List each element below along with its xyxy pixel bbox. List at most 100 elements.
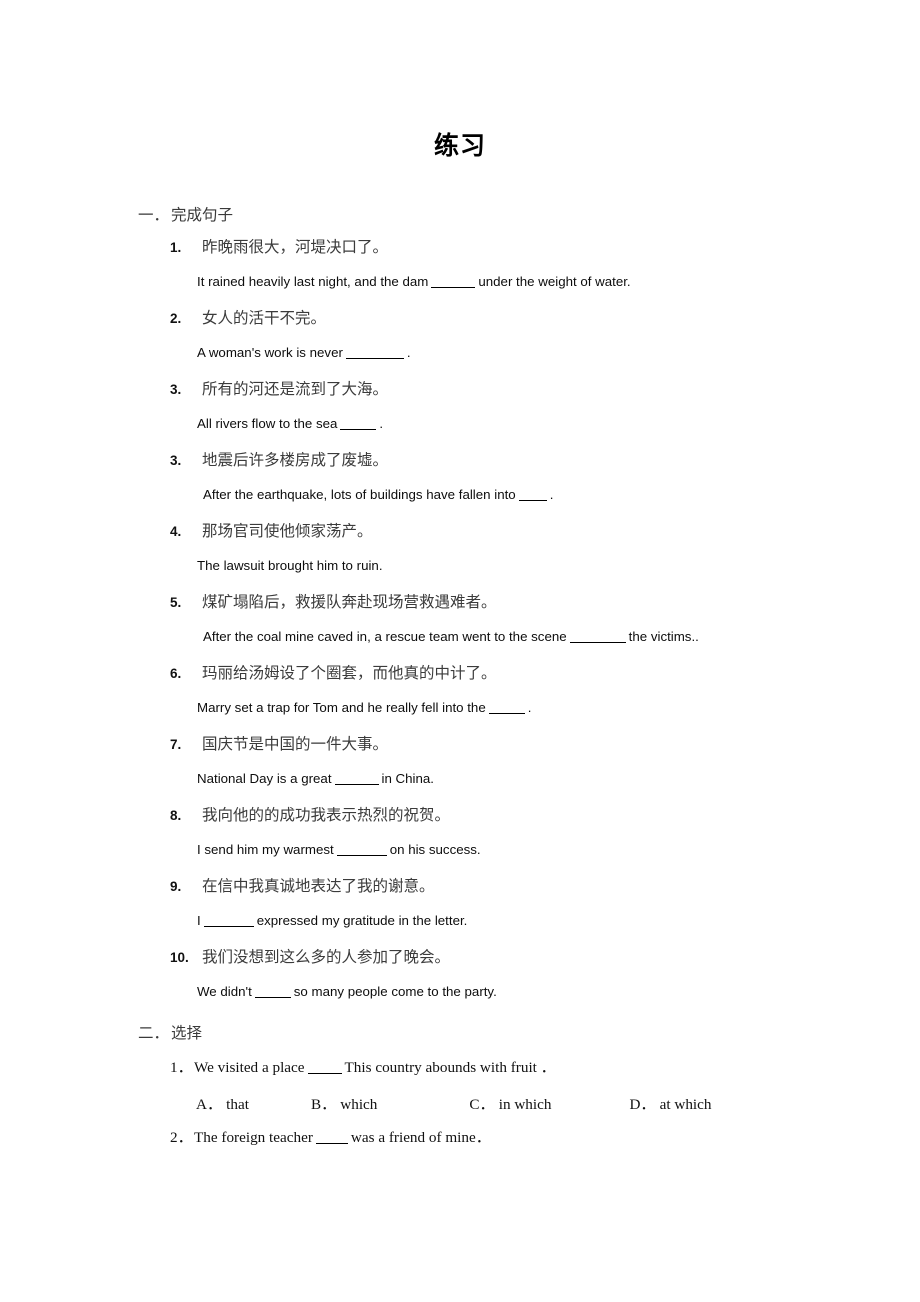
item-chinese-prompt: 7. 国庆节是中国的一件大事。 xyxy=(170,735,920,755)
item-chinese-prompt: 9. 在信中我真诚地表达了我的谢意。 xyxy=(170,877,920,897)
english-text-after-blank: . xyxy=(549,487,554,502)
fill-in-blank[interactable] xyxy=(488,701,525,714)
option-text: at which xyxy=(659,1096,712,1113)
exercise-item: 8. 我向他的的成功我表示热烈的祝贺。 I send him my warmest o… xyxy=(0,806,920,859)
chinese-sentence: 煤矿塌陷后，救援队奔赴现场营救遇难者。 xyxy=(202,594,497,611)
option-text: in which xyxy=(498,1096,552,1113)
question-text-after-blank: This country abounds with fruit ． xyxy=(344,1059,556,1076)
worksheet-page: 练习 一． 完成句子 1. 昨晚雨很大，河堤决口了。 It rained heavil… xyxy=(0,0,920,1302)
chinese-sentence: 我向他的的成功我表示热烈的祝贺。 xyxy=(202,807,451,824)
item-english-answer-line: We didn't so many people come to the part… xyxy=(197,983,920,1001)
answer-option[interactable]: A． that xyxy=(196,1092,249,1114)
english-text-after-blank: the victims.. xyxy=(628,629,699,644)
item-english-answer-line: I send him my warmest on his success. xyxy=(197,841,920,859)
item-number: 10. xyxy=(170,950,189,965)
option-text: that xyxy=(226,1096,249,1113)
exercise-item: 1. 昨晚雨很大，河堤决口了。 It rained heavily last nig… xyxy=(0,238,920,291)
item-chinese-prompt: 2. 女人的活干不完。 xyxy=(170,309,920,329)
option-letter: A． xyxy=(196,1096,223,1113)
english-text-after-blank: on his success. xyxy=(389,842,481,857)
fill-in-blank[interactable] xyxy=(254,985,291,998)
question-number: 1． xyxy=(170,1059,193,1076)
item-chinese-prompt: 3. 地震后许多楼房成了废墟。 xyxy=(170,451,920,471)
fill-in-blank[interactable] xyxy=(340,417,377,430)
fill-in-blank[interactable] xyxy=(431,275,476,288)
exercise-item: 5. 煤矿塌陷后，救援队奔赴现场营救遇难者。 After the coal mine… xyxy=(0,593,920,646)
chinese-sentence: 女人的活干不完。 xyxy=(202,310,327,327)
fill-in-blank[interactable] xyxy=(336,843,387,856)
item-chinese-prompt: 8. 我向他的的成功我表示热烈的祝贺。 xyxy=(170,806,920,826)
exercise-item: 10. 我们没想到这么多的人参加了晚会。 We didn't so many peop… xyxy=(0,948,920,1001)
item-number: 4. xyxy=(170,524,182,539)
english-text-before-blank: We didn't xyxy=(197,984,252,999)
chinese-sentence: 地震后许多楼房成了废墟。 xyxy=(202,452,389,469)
exercise-item: 7. 国庆节是中国的一件大事。 National Day is a great in … xyxy=(0,735,920,788)
answer-option[interactable]: B． which xyxy=(311,1092,377,1114)
item-english-answer-line: National Day is a great in China. xyxy=(197,770,920,788)
english-text-before-blank: The lawsuit brought him to ruin. xyxy=(197,558,383,573)
item-english-answer-line: Marry set a trap for Tom and he really f… xyxy=(197,699,920,717)
english-text-before-blank: Marry set a trap for Tom and he really f… xyxy=(197,700,486,715)
item-chinese-prompt: 1. 昨晚雨很大，河堤决口了。 xyxy=(170,238,920,258)
item-english-answer-line: It rained heavily last night, and the da… xyxy=(197,273,920,291)
answer-option[interactable]: D． at which xyxy=(629,1092,711,1114)
english-text-before-blank: After the coal mine caved in, a rescue t… xyxy=(203,629,567,644)
english-text-after-blank: under the weight of water. xyxy=(478,274,631,289)
multiple-choice-item: 2．The foreign teacher was a friend of min… xyxy=(0,1128,920,1148)
fill-in-blank[interactable] xyxy=(203,914,254,927)
item-english-answer-line: A woman's work is never. xyxy=(197,344,920,362)
item-number: 6. xyxy=(170,666,182,681)
english-text-before-blank: I xyxy=(197,913,201,928)
section-one-label: 完成句子 xyxy=(171,207,234,224)
section-one-item-list: 1. 昨晚雨很大，河堤决口了。 It rained heavily last nig… xyxy=(0,238,920,1001)
item-english-answer-line: The lawsuit brought him to ruin. xyxy=(197,557,920,575)
chinese-sentence: 国庆节是中国的一件大事。 xyxy=(202,736,389,753)
chinese-sentence: 玛丽给汤姆设了个圈套，而他真的中计了。 xyxy=(202,665,497,682)
chinese-sentence: 在信中我真诚地表达了我的谢意。 xyxy=(202,878,435,895)
section-heading-one: 一． 完成句子 xyxy=(138,203,920,225)
english-text-before-blank: All rivers flow to the sea xyxy=(197,416,338,431)
english-text-before-blank: National Day is a great xyxy=(197,771,332,786)
fill-in-blank[interactable] xyxy=(315,1130,348,1144)
item-number: 5. xyxy=(170,595,182,610)
question-text-after-blank: was a friend of mine． xyxy=(350,1129,491,1146)
page-title: 练习 xyxy=(433,133,486,160)
chinese-sentence: 所有的河还是流到了大海。 xyxy=(202,381,389,398)
section-two-marker: 二． xyxy=(138,1025,170,1042)
item-english-answer-line: All rivers flow to the sea. xyxy=(197,415,920,433)
item-number: 9. xyxy=(170,879,182,894)
english-text-before-blank: After the earthquake, lots of buildings … xyxy=(203,487,516,502)
english-text-after-blank: . xyxy=(527,700,532,715)
section-two-item-list: 1．We visited a place This country abounds… xyxy=(0,1058,920,1148)
fill-in-blank[interactable] xyxy=(345,346,404,359)
item-english-answer-line: Iexpressed my gratitude in the letter. xyxy=(197,912,920,930)
section-one-marker: 一． xyxy=(138,207,170,224)
english-text-after-blank: so many people come to the party. xyxy=(293,984,497,999)
exercise-item: 3. 所有的河还是流到了大海。 All rivers flow to the sea… xyxy=(0,380,920,433)
document-body: 一． 完成句子 1. 昨晚雨很大，河堤决口了。 It rained heavily l… xyxy=(0,203,920,1162)
item-chinese-prompt: 5. 煤矿塌陷后，救援队奔赴现场营救遇难者。 xyxy=(170,593,920,613)
answer-option[interactable]: C． in which xyxy=(469,1092,551,1114)
option-letter: B． xyxy=(310,1096,337,1113)
multiple-choice-item: 1．We visited a place This country abounds… xyxy=(0,1058,920,1114)
item-number: 1. xyxy=(170,240,182,255)
option-text: which xyxy=(340,1096,378,1113)
fill-in-blank[interactable] xyxy=(334,772,379,785)
item-chinese-prompt: 3. 所有的河还是流到了大海。 xyxy=(170,380,920,400)
option-letter: C． xyxy=(469,1096,495,1113)
chinese-sentence: 昨晚雨很大，河堤决口了。 xyxy=(202,239,389,256)
english-text-after-blank: expressed my gratitude in the letter. xyxy=(256,913,468,928)
exercise-item: 6. 玛丽给汤姆设了个圈套，而他真的中计了。 Marry set a trap fo… xyxy=(0,664,920,717)
item-english-answer-line: After the earthquake, lots of buildings … xyxy=(203,486,920,504)
english-text-after-blank: in China. xyxy=(381,771,434,786)
question-number: 2． xyxy=(170,1129,193,1146)
fill-in-blank[interactable] xyxy=(307,1060,342,1074)
fill-in-blank[interactable] xyxy=(518,488,547,501)
item-chinese-prompt: 4. 那场官司使他倾家荡产。 xyxy=(170,522,920,542)
item-number: 8. xyxy=(170,808,182,823)
fill-in-blank[interactable] xyxy=(569,630,626,643)
item-number: 7. xyxy=(170,737,182,752)
question-text-before-blank: The foreign teacher xyxy=(194,1129,313,1146)
item-chinese-prompt: 10. 我们没想到这么多的人参加了晚会。 xyxy=(170,948,920,968)
question-line: 2．The foreign teacher was a friend of min… xyxy=(170,1128,920,1148)
